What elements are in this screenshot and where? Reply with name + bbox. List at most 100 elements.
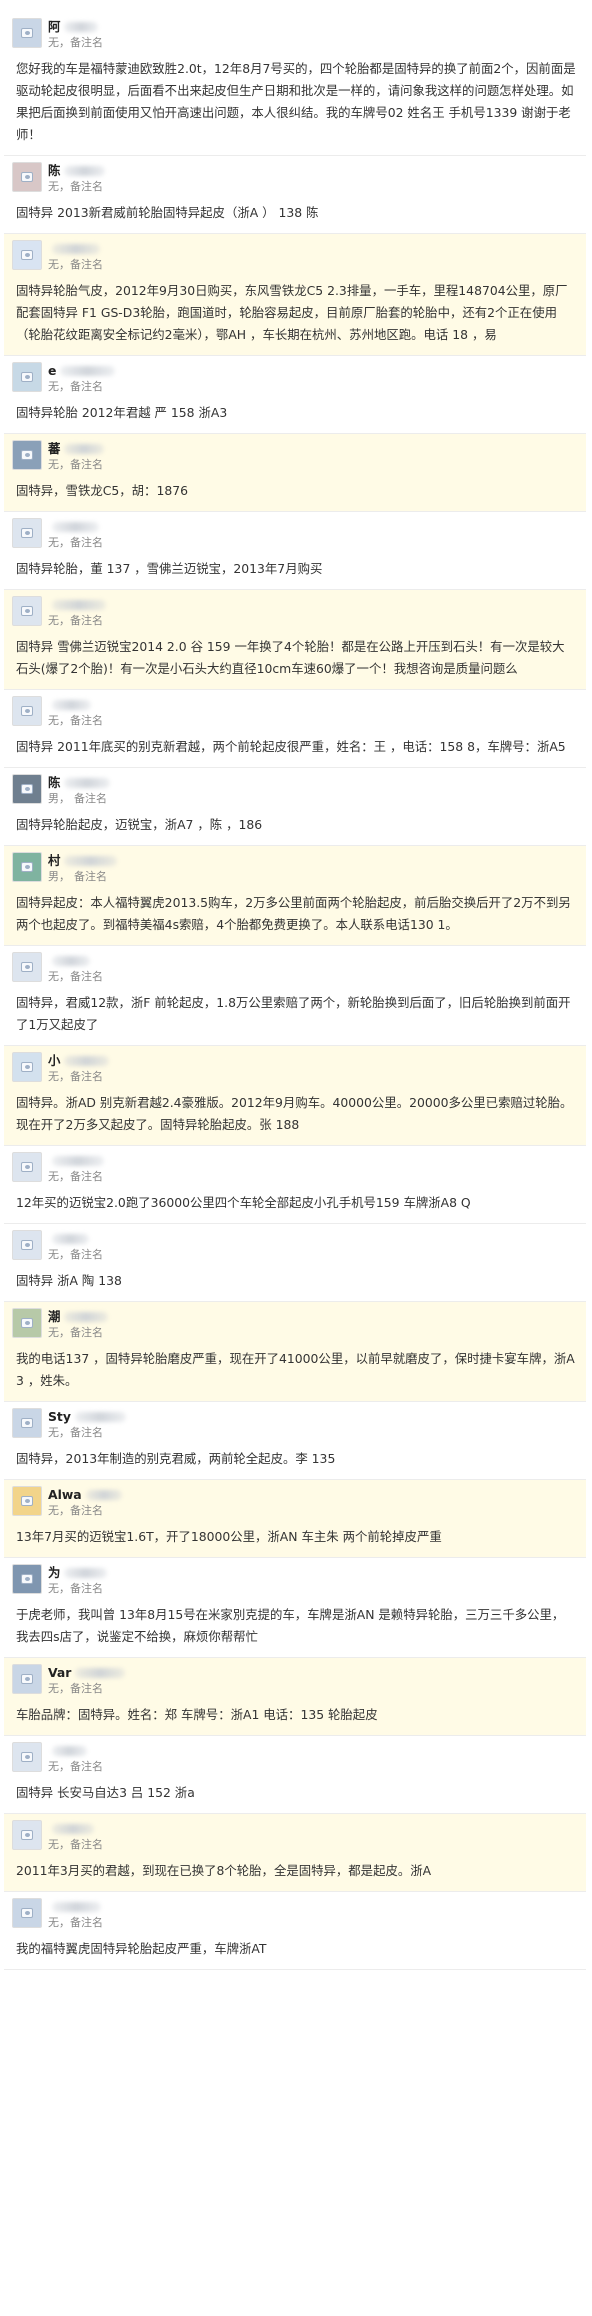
avatar[interactable] — [12, 1308, 42, 1338]
user-name[interactable]: 陈 — [48, 775, 112, 791]
avatar[interactable] — [12, 1664, 42, 1694]
user-name[interactable]: 小 — [48, 1053, 111, 1069]
user-name[interactable] — [48, 241, 103, 257]
user-name[interactable]: 陈 — [48, 163, 107, 179]
user-name[interactable] — [48, 697, 103, 713]
comment-item: 潮无，备注名 我的电话137 ，固特异轮胎磨皮严重，现在开了41000公里，以前早… — [4, 1302, 586, 1402]
redacted-name — [52, 1902, 101, 1912]
user-name-text: 村 — [48, 853, 61, 868]
user-name[interactable]: 村 — [48, 853, 119, 869]
comment-text: 我的福特翼虎固特异轮胎起皮严重，车牌浙AT — [16, 1941, 267, 1956]
avatar-image-icon — [21, 1674, 33, 1684]
redacted-name — [64, 22, 99, 32]
user-name-text: 阿 — [48, 19, 61, 34]
avatar[interactable] — [12, 1742, 42, 1772]
user-remark: 无，备注名 — [48, 970, 103, 984]
comment-item: 无，备注名 固特异 浙A 陶 138 — [4, 1224, 586, 1302]
avatar[interactable] — [12, 1820, 42, 1850]
user-meta: 无，备注名 — [48, 696, 103, 728]
user-remark: 无，备注名 — [48, 1170, 106, 1184]
redacted-name — [74, 1412, 126, 1422]
redacted-name — [52, 600, 106, 610]
user-remark: 无，备注名 — [48, 1838, 103, 1852]
avatar[interactable] — [12, 596, 42, 626]
user-name[interactable]: Sty — [48, 1409, 128, 1425]
avatar-image-icon — [21, 1062, 33, 1072]
avatar[interactable] — [12, 1898, 42, 1928]
user-name[interactable]: 为 — [48, 1565, 109, 1581]
remark-label: 无，备注名 — [48, 1326, 103, 1339]
avatar[interactable] — [12, 1408, 42, 1438]
redacted-name — [75, 1668, 126, 1678]
comment-header: Alwa 无，备注名 — [12, 1486, 576, 1520]
comment-feed: 阿无，备注名 您好我的车是福特蒙迪欧致胜2.0t，12年8月7号买的，四个轮胎都是… — [0, 0, 592, 1970]
redacted-name — [64, 444, 105, 454]
avatar[interactable] — [12, 362, 42, 392]
avatar[interactable] — [12, 440, 42, 470]
comment-header: 陈男， 备注名 — [12, 774, 576, 808]
user-name[interactable]: 阿 — [48, 19, 103, 35]
redacted-name — [64, 166, 106, 176]
user-name[interactable]: Alwa — [48, 1487, 124, 1503]
avatar-image-icon — [21, 784, 33, 794]
avatar[interactable] — [12, 518, 42, 548]
user-remark: 无，备注名 — [48, 1326, 110, 1340]
comment-item: 无，备注名固特异轮胎，董 137 ，雪佛兰迈锐宝，2013年7月购买 — [4, 512, 586, 590]
user-name[interactable] — [48, 519, 103, 535]
user-name[interactable] — [48, 597, 108, 613]
comment-item: 陈男， 备注名 固特异轮胎起皮，迈锐宝，浙A7 ，陈 ，186 — [4, 768, 586, 846]
redacted-name — [52, 1746, 87, 1756]
redacted-name — [52, 1234, 89, 1244]
user-name-text: 潮 — [48, 1309, 61, 1324]
comment-header: e 无，备注名 — [12, 362, 576, 396]
comment-text: 固特异，雪铁龙C5，胡：1876 — [16, 483, 188, 498]
user-name[interactable]: Var — [48, 1665, 127, 1681]
user-name-text: e — [48, 363, 57, 378]
redacted-name — [64, 1568, 108, 1578]
avatar[interactable] — [12, 1230, 42, 1260]
avatar[interactable] — [12, 240, 42, 270]
comment-header: 无，备注名 — [12, 518, 576, 552]
comment-text: 固特异 浙A 陶 138 — [16, 1273, 122, 1288]
user-remark: 男， 备注名 — [48, 870, 119, 884]
user-meta: e 无，备注名 — [48, 362, 117, 394]
user-name[interactable] — [48, 1153, 106, 1169]
avatar[interactable] — [12, 18, 42, 48]
user-remark: 无，备注名 — [48, 1760, 103, 1774]
redacted-name — [52, 1156, 104, 1166]
remark-label: 无，备注名 — [48, 458, 103, 471]
avatar[interactable] — [12, 1486, 42, 1516]
comment-item: Var 无，备注名 车胎品牌：固特异。姓名：郑 车牌号：浙A1 电话：135 轮胎起… — [4, 1658, 586, 1736]
user-name[interactable] — [48, 953, 103, 969]
user-name[interactable] — [48, 1821, 103, 1837]
user-name[interactable] — [48, 1899, 103, 1915]
avatar[interactable] — [12, 162, 42, 192]
avatar-image-icon — [21, 1752, 33, 1762]
user-meta: 阿无，备注名 — [48, 18, 103, 50]
redacted-name — [52, 522, 99, 532]
comment-text: 固特异轮胎，董 137 ，雪佛兰迈锐宝，2013年7月购买 — [16, 561, 323, 576]
user-name[interactable] — [48, 1743, 103, 1759]
avatar-image-icon — [21, 1240, 33, 1250]
avatar[interactable] — [12, 1052, 42, 1082]
avatar[interactable] — [12, 1152, 42, 1182]
comment-item: 蕃无，备注名固特异，雪铁龙C5，胡：1876 — [4, 434, 586, 512]
user-name[interactable]: e — [48, 363, 117, 379]
avatar[interactable] — [12, 1564, 42, 1594]
avatar[interactable] — [12, 952, 42, 982]
user-name[interactable]: 蕃 — [48, 441, 106, 457]
comment-text: 您好我的车是福特蒙迪欧致胜2.0t，12年8月7号买的，四个轮胎都是固特异的换了… — [16, 61, 576, 142]
user-name-text: 为 — [48, 1565, 61, 1580]
user-meta: 无，备注名 — [48, 1742, 103, 1774]
avatar[interactable] — [12, 852, 42, 882]
avatar-image-icon — [21, 250, 33, 260]
redacted-name — [52, 956, 90, 966]
user-name[interactable] — [48, 1231, 103, 1247]
remark-label: 无，备注名 — [48, 536, 103, 549]
user-name[interactable]: 潮 — [48, 1309, 110, 1325]
redacted-name — [52, 700, 91, 710]
avatar-image-icon — [21, 1318, 33, 1328]
comment-text: 于虎老师，我叫曾 13年8月15号在米家別克提的车，车牌是浙AN 是赖特异轮胎，… — [16, 1607, 565, 1644]
avatar[interactable] — [12, 696, 42, 726]
avatar[interactable] — [12, 774, 42, 804]
